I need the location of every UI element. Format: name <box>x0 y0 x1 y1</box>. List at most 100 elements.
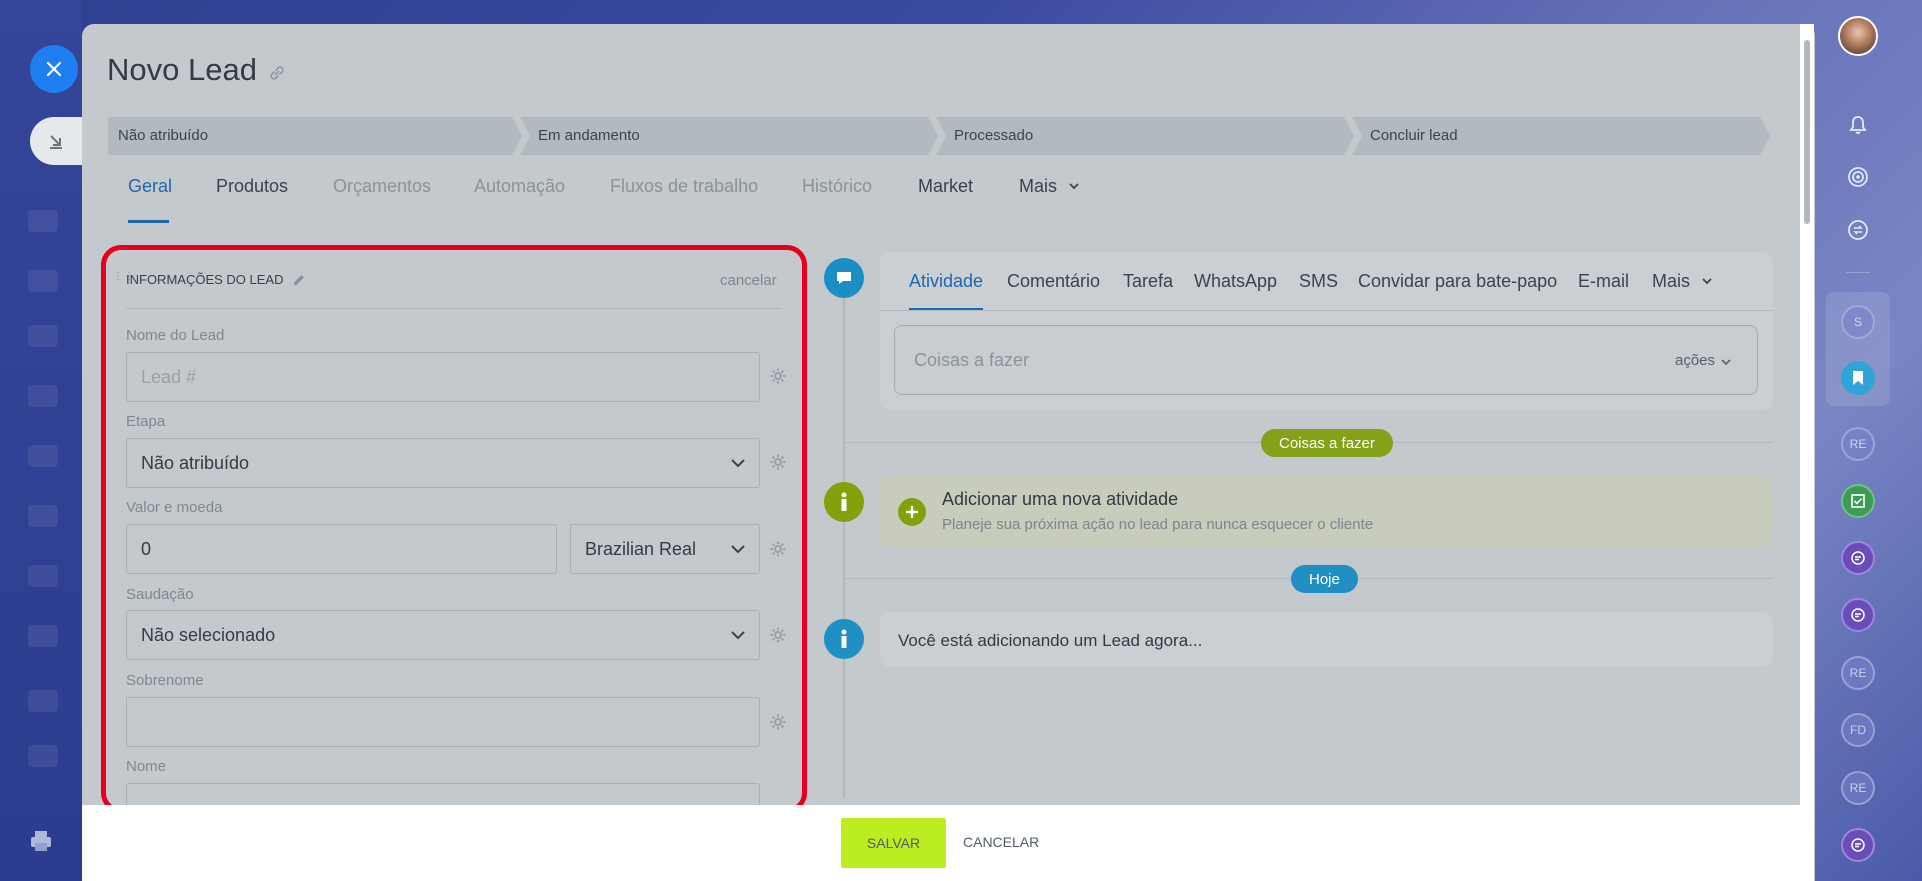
background-menu-icon <box>28 210 58 232</box>
background-menu-icon <box>28 445 58 467</box>
activity-tab-sms[interactable]: SMS <box>1299 271 1338 292</box>
first-name-input[interactable] <box>126 783 760 805</box>
sync-chat-icon[interactable] <box>1841 213 1875 247</box>
activity-tab-mais-label: Mais <box>1652 271 1691 291</box>
activity-tab-divider <box>880 310 1773 311</box>
field-label-stage: Etapa <box>126 413 166 430</box>
bookmark-icon[interactable] <box>1841 361 1875 395</box>
section-title: INFORMAÇÕES DO LEAD <box>126 272 284 287</box>
add-activity-card[interactable] <box>880 475 1773 547</box>
pipeline-stages: Não atribuído Em andamento Processado Co… <box>108 117 1800 155</box>
salutation-select[interactable]: Não selecionado <box>126 610 760 660</box>
last-name-input[interactable] <box>126 697 760 747</box>
openlines-icon[interactable] <box>1841 541 1875 575</box>
tab-mais-label: Mais <box>1019 176 1058 196</box>
background-menu-icon <box>28 745 58 767</box>
tab-automacao[interactable]: Automação <box>474 176 565 197</box>
chevron-down-icon <box>1721 359 1731 366</box>
sidebar-item-s[interactable]: S <box>1841 305 1875 339</box>
background-menu-icon <box>28 385 58 407</box>
section-cancel-link[interactable]: cancelar <box>720 272 777 289</box>
tab-fluxos-de-trabalho[interactable]: Fluxos de trabalho <box>610 176 758 197</box>
amount-input[interactable]: 0 <box>126 524 557 574</box>
actions-dropdown[interactable]: ações <box>1675 352 1715 369</box>
activity-tab-mais[interactable]: Mais <box>1652 271 1713 292</box>
field-label-first-name: Nome <box>126 758 167 775</box>
link-icon[interactable] <box>268 64 286 82</box>
activity-tab-tarefa[interactable]: Tarefa <box>1123 271 1173 292</box>
chevron-down-icon <box>731 631 745 640</box>
field-label-last-name: Sobrenome <box>126 672 204 689</box>
bell-icon[interactable] <box>1841 108 1875 142</box>
tab-active-underline <box>128 220 169 223</box>
user-avatar[interactable] <box>1838 16 1878 56</box>
target-icon[interactable] <box>1841 160 1875 194</box>
currency-select[interactable]: Brazilian Real <box>570 524 760 574</box>
stage-nao-atribuido[interactable]: Não atribuído <box>108 117 522 155</box>
salutation-value: Não selecionado <box>141 624 276 645</box>
tab-market[interactable]: Market <box>918 176 973 197</box>
sidebar-item-re[interactable]: RE <box>1841 771 1875 805</box>
amount-value: 0 <box>141 538 152 559</box>
sidebar-item-fd[interactable]: FD <box>1841 713 1875 747</box>
section-divider <box>126 308 781 309</box>
gear-icon[interactable] <box>769 626 787 644</box>
background-menu-icon <box>28 505 58 527</box>
chat-bubble-icon <box>824 258 864 298</box>
sidebar-item-re[interactable]: RE <box>1841 427 1875 461</box>
scrollbar-thumb[interactable] <box>1804 40 1810 224</box>
field-label-lead-name: Nome do Lead <box>126 327 225 344</box>
background-menu-icon <box>28 625 58 647</box>
minimize-icon <box>50 135 62 149</box>
activity-tab-convidar-bate-papo[interactable]: Convidar para bate-papo <box>1358 271 1557 292</box>
pencil-icon[interactable] <box>292 273 306 287</box>
stage-select[interactable]: Não atribuído <box>126 438 760 488</box>
stage-concluir-lead[interactable]: Concluir lead <box>1352 117 1770 155</box>
info-message: Você está adicionando um Lead agora... <box>898 631 1203 650</box>
gear-icon[interactable] <box>769 540 787 558</box>
openlines-icon[interactable] <box>1841 598 1875 632</box>
minimize-slider-button[interactable] <box>30 117 82 165</box>
lead-name-input[interactable]: Lead # <box>126 352 760 402</box>
openlines-icon[interactable] <box>1841 828 1875 862</box>
tab-orcamentos[interactable]: Orçamentos <box>333 176 431 197</box>
today-pill: Hoje <box>1291 565 1358 593</box>
gear-icon[interactable] <box>769 453 787 471</box>
stage-select-value: Não atribuído <box>141 452 250 473</box>
chevron-down-icon <box>1702 278 1712 285</box>
activity-tab-email[interactable]: E-mail <box>1578 271 1629 292</box>
field-label-salutation: Saudação <box>126 586 194 603</box>
stage-em-andamento[interactable]: Em andamento <box>520 117 938 155</box>
drag-handle-icon[interactable]: ⋮⋮ <box>113 272 134 290</box>
add-activity-title[interactable]: Adicionar uma nova atividade <box>942 489 1178 510</box>
cancel-button[interactable]: CANCELAR <box>963 834 1039 850</box>
info-icon <box>824 619 864 659</box>
tab-historico[interactable]: Histórico <box>802 176 872 197</box>
background-menu-icon <box>28 325 58 347</box>
background-menu-icon <box>28 565 58 587</box>
activity-tab-comentario[interactable]: Comentário <box>1007 271 1100 292</box>
todo-pill: Coisas a fazer <box>1261 429 1393 457</box>
gear-icon[interactable] <box>769 367 787 385</box>
chevron-down-icon <box>1069 183 1079 190</box>
chevron-down-icon <box>731 545 745 554</box>
field-label-amount: Valor e moeda <box>126 499 223 516</box>
sidebar-item-re[interactable]: RE <box>1841 656 1875 690</box>
stage-processado[interactable]: Processado <box>936 117 1354 155</box>
tab-geral[interactable]: Geral <box>128 176 172 197</box>
tab-mais[interactable]: Mais <box>1019 176 1080 197</box>
printer-icon[interactable] <box>28 828 54 854</box>
activity-tab-atividade[interactable]: Atividade <box>909 271 983 292</box>
checkbox-app-icon[interactable] <box>1841 484 1875 518</box>
activity-tab-whatsapp[interactable]: WhatsApp <box>1194 271 1277 292</box>
tab-produtos[interactable]: Produtos <box>216 176 288 197</box>
info-icon <box>824 482 864 522</box>
chevron-down-icon <box>731 459 745 468</box>
plus-icon[interactable] <box>898 498 926 526</box>
close-slider-button[interactable] <box>30 45 78 93</box>
save-button[interactable]: SALVAR <box>841 818 946 868</box>
background-menu-icon <box>28 270 58 292</box>
todo-placeholder: Coisas a fazer <box>914 350 1030 370</box>
gear-icon[interactable] <box>769 713 787 731</box>
add-activity-subtitle: Planeje sua próxima ação no lead para nu… <box>942 516 1374 533</box>
